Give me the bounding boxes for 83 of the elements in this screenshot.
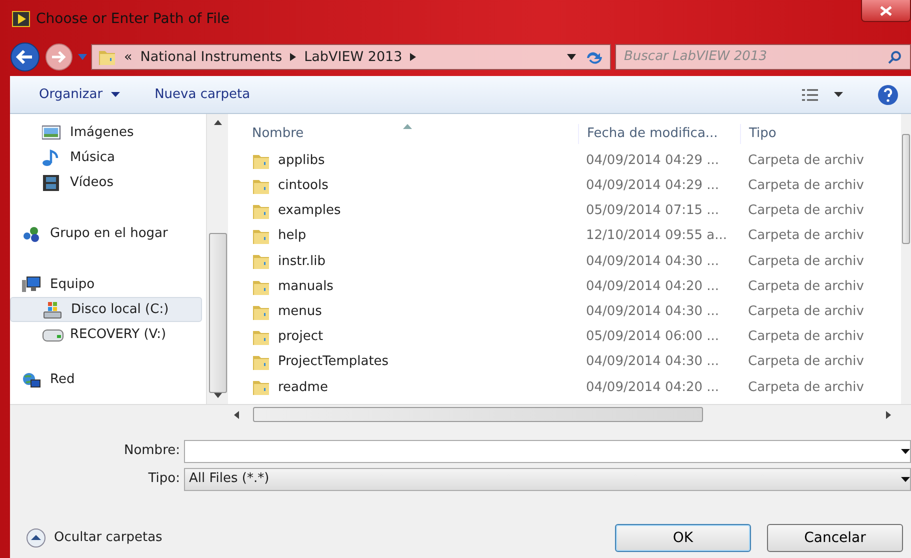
table-cell-text: 04/09/2014 04:29 ... <box>585 177 720 196</box>
folder-icon <box>98 48 116 66</box>
scroll-up-icon <box>214 120 222 125</box>
close-icon <box>880 6 892 16</box>
hide-folders-button[interactable]: Ocultar carpetas <box>10 528 162 548</box>
ok-button[interactable]: OK <box>615 524 751 552</box>
file-name[interactable]: examples <box>278 201 341 221</box>
sidebar-item[interactable]: Grupo en el hogar <box>10 221 202 246</box>
table-cell-text: 04/09/2014 04:30 ... <box>585 302 720 321</box>
table-cell-text: Carpeta de archiv <box>747 302 865 321</box>
table-cell-text: Carpeta de archiv <box>747 177 865 196</box>
table-cell-text: Carpeta de archiv <box>747 328 865 346</box>
file-name[interactable]: instr.lib <box>278 252 326 272</box>
new-folder-button[interactable]: Nueva carpeta <box>154 84 250 104</box>
name-field[interactable] <box>184 440 911 462</box>
chevron-icon <box>410 53 416 61</box>
sidebar-item[interactable]: Música <box>10 145 202 170</box>
table-cell-text: 05/09/2014 06:00 ... <box>585 328 720 346</box>
sidebar-item[interactable]: Imágenes <box>10 120 202 145</box>
field-label: Tipo: <box>147 470 180 488</box>
scroll-right-icon <box>886 410 891 418</box>
scrollbar[interactable] <box>10 404 911 424</box>
window-title: Choose or Enter Path of File <box>36 10 230 28</box>
view-menu[interactable] <box>802 88 843 100</box>
breadcrumb[interactable]: LabVIEW 2013 <box>304 46 402 68</box>
cancel-button[interactable]: Cancelar <box>767 524 903 552</box>
overflow-chevron[interactable]: « <box>124 46 132 68</box>
folder-icon <box>252 378 270 396</box>
labview-icon <box>12 11 30 27</box>
chevron-icon <box>290 53 296 61</box>
address-bar[interactable]: « National Instruments LabVIEW 2013 <box>91 44 611 70</box>
table-cell-text: Carpeta de archiv <box>747 252 865 271</box>
sidebar-item[interactable]: Disco local (C:) <box>10 297 202 322</box>
caret-icon <box>834 92 843 97</box>
table-cell-text: Carpeta de archiv <box>747 152 865 170</box>
table-cell-text: Carpeta de archiv <box>747 378 865 397</box>
table-cell-text: Carpeta de archiv <box>747 278 865 296</box>
table-cell-text: 04/09/2014 04:20 ... <box>585 278 720 296</box>
list-view-icon <box>802 88 818 100</box>
table-cell-text: 12/10/2014 09:55 a... <box>585 227 728 246</box>
table-cell-text: Carpeta de archiv <box>747 353 865 372</box>
table-cell-text: Carpeta de archiv <box>747 202 865 220</box>
file-name[interactable]: applibs <box>278 150 325 170</box>
organize-menu[interactable]: Organizar <box>38 84 121 106</box>
file-name[interactable]: help <box>278 226 306 246</box>
column-header[interactable]: Fecha de modifica... <box>578 124 740 144</box>
search-icon <box>888 50 902 64</box>
file-name[interactable]: cintools <box>278 176 328 196</box>
file-name[interactable]: ProjectTemplates <box>278 352 389 372</box>
table-cell-text: 05/09/2014 07:15 ... <box>585 202 720 220</box>
table-cell-text: 04/09/2014 04:30 ... <box>585 252 720 271</box>
dropdown-icon <box>901 448 910 454</box>
help-icon <box>877 84 899 106</box>
scrollbar[interactable] <box>206 114 228 404</box>
scrollbar[interactable] <box>901 114 911 404</box>
table-cell-text: 04/09/2014 04:29 ... <box>585 152 720 170</box>
scroll-left-icon <box>234 410 239 418</box>
collapse-icon <box>26 528 46 548</box>
folder-icon <box>252 353 270 372</box>
table-cell-text: Carpeta de archiv <box>747 227 865 246</box>
file-name[interactable]: readme <box>278 378 328 398</box>
dropdown-icon <box>901 476 910 482</box>
folder-icon <box>252 227 270 246</box>
file-type-dropdown[interactable]: All Files (*.*) <box>184 468 911 490</box>
field-label: Nombre: <box>122 442 180 460</box>
table-cell-text: 04/09/2014 04:20 ... <box>585 378 720 397</box>
sidebar-item[interactable]: RECOVERY (V:) <box>10 322 202 347</box>
column-header[interactable]: Nombre <box>228 124 578 144</box>
table-cell-text: 04/09/2014 04:30 ... <box>585 353 720 372</box>
file-name[interactable]: project <box>278 327 324 347</box>
close-button[interactable] <box>861 0 911 22</box>
file-name[interactable]: manuals <box>278 276 334 296</box>
breadcrumb[interactable]: National Instruments <box>140 46 282 68</box>
sidebar-item[interactable]: Equipo <box>10 272 202 297</box>
search-placeholder: Buscar LabVIEW 2013 <box>624 48 767 66</box>
sort-arrow-icon <box>403 124 412 130</box>
dropdown-icon <box>78 54 87 60</box>
folder-icon <box>252 252 270 270</box>
dropdown-icon <box>567 54 576 60</box>
sidebar-item[interactable]: Red <box>10 367 202 392</box>
caret-icon <box>110 92 120 97</box>
file-name[interactable]: menus <box>278 302 322 322</box>
sidebar-item[interactable]: Vídeos <box>10 170 202 195</box>
